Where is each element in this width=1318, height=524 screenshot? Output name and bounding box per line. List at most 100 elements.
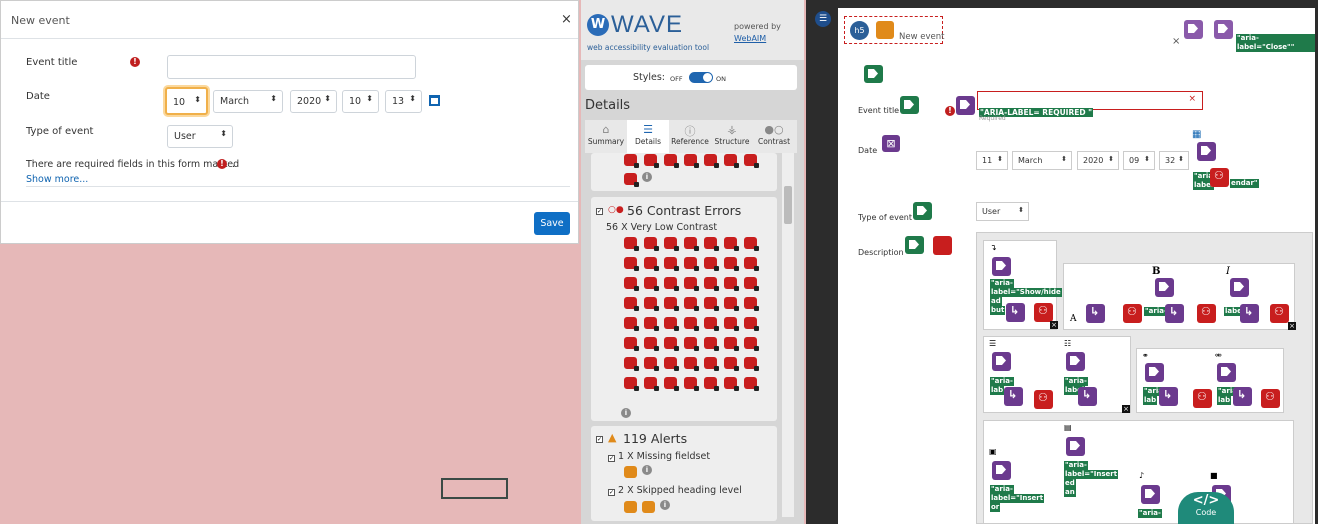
contrast-error-icon[interactable]	[664, 237, 679, 251]
contrast-error-icon[interactable]	[624, 237, 639, 251]
empty-button-icon[interactable]	[1261, 389, 1280, 408]
error-icon[interactable]	[684, 154, 699, 168]
aria-label-icon[interactable]	[1145, 363, 1164, 382]
tab-details[interactable]: ☰ Details	[627, 120, 669, 153]
contrast-error-icon[interactable]	[724, 237, 739, 251]
minute-select[interactable]: 32 ⬍	[1159, 151, 1189, 170]
contrast-error-icon[interactable]	[684, 357, 699, 371]
contrast-error-icon[interactable]	[624, 377, 639, 391]
aria-label-icon[interactable]	[992, 352, 1011, 371]
aria-label-icon[interactable]	[1197, 142, 1216, 161]
aria-label-icon[interactable]	[1217, 363, 1236, 382]
error-icon[interactable]	[724, 154, 739, 168]
empty-button-icon[interactable]	[1034, 303, 1053, 322]
contrast-error-icon[interactable]	[704, 357, 719, 371]
numbered-list-icon[interactable]: ☷	[1064, 339, 1071, 348]
contrast-error-icon[interactable]	[664, 277, 679, 291]
contrast-error-icon[interactable]	[644, 357, 659, 371]
save-button[interactable]: Save	[534, 212, 570, 235]
info-icon[interactable]: i	[621, 408, 631, 418]
info-icon[interactable]: i	[660, 500, 670, 510]
list-icon[interactable]: ☰	[989, 339, 996, 348]
day-select[interactable]: 10 ⬍	[165, 87, 208, 115]
button-icon[interactable]	[1184, 20, 1203, 39]
calendar-icon[interactable]: ▦	[1192, 129, 1201, 140]
contrast-error-icon[interactable]	[704, 277, 719, 291]
contrast-error-icon[interactable]	[704, 257, 719, 271]
contrast-error-icon[interactable]	[644, 317, 659, 331]
show-more-link[interactable]: Show more...	[26, 174, 88, 185]
styles-toggle[interactable]	[689, 72, 713, 83]
minute-select[interactable]: 13 ⬍	[385, 90, 422, 113]
info-icon[interactable]: i	[642, 465, 652, 475]
checkbox[interactable]: ✓	[608, 489, 615, 496]
broken-link-icon[interactable]	[1210, 168, 1229, 187]
contrast-error-icon[interactable]	[744, 237, 759, 251]
hour-select[interactable]: 09 ⬍	[1123, 151, 1155, 170]
contrast-error-icon[interactable]	[664, 297, 679, 311]
aria-label-icon[interactable]	[1155, 278, 1174, 297]
button-icon[interactable]	[1159, 387, 1178, 406]
contrast-error-icon[interactable]	[744, 277, 759, 291]
contrast-error-icon[interactable]	[704, 297, 719, 311]
menu-icon[interactable]: ☰	[815, 11, 831, 27]
contrast-error-icon[interactable]	[744, 317, 759, 331]
label-icon[interactable]	[900, 96, 919, 114]
close-icon[interactable]: ×	[1172, 36, 1180, 47]
contrast-error-icon[interactable]	[624, 297, 639, 311]
empty-button-icon[interactable]	[1034, 390, 1053, 409]
error-icon[interactable]	[624, 154, 639, 168]
contrast-error-icon[interactable]	[684, 377, 699, 391]
contrast-error-icon[interactable]	[684, 337, 699, 351]
contrast-error-icon[interactable]	[664, 357, 679, 371]
empty-button-icon[interactable]	[1270, 304, 1289, 323]
contrast-error-icon[interactable]	[744, 377, 759, 391]
aria-label-icon[interactable]	[1066, 437, 1085, 456]
contrast-error-icon[interactable]	[724, 297, 739, 311]
webaim-link[interactable]: WebAIM	[734, 34, 766, 43]
contrast-error-icon[interactable]	[933, 236, 952, 255]
form-icon[interactable]	[864, 65, 883, 83]
aria-label-icon[interactable]	[992, 461, 1011, 480]
year-select[interactable]: 2020 ⬍	[1077, 151, 1119, 170]
contrast-error-icon[interactable]	[644, 297, 659, 311]
error-icon[interactable]	[664, 154, 679, 168]
aria-label-icon[interactable]	[1066, 352, 1085, 371]
day-select[interactable]: 11 ⬍	[976, 151, 1008, 170]
aria-label-icon[interactable]	[956, 96, 975, 115]
error-icon[interactable]	[744, 154, 759, 168]
aria-label-icon[interactable]	[1230, 278, 1249, 297]
contrast-error-icon[interactable]	[744, 337, 759, 351]
contrast-error-icon[interactable]	[724, 337, 739, 351]
italic-icon[interactable]: I	[1226, 266, 1230, 277]
empty-button-icon[interactable]	[1197, 304, 1216, 323]
contrast-error-icon[interactable]	[624, 357, 639, 371]
button-icon[interactable]	[1240, 304, 1259, 323]
close-icon[interactable]: ×	[561, 12, 572, 27]
link-icon[interactable]: ⚭	[1142, 351, 1149, 360]
button-icon[interactable]	[1086, 304, 1105, 323]
fieldset-missing-icon[interactable]: ⊠	[882, 135, 900, 152]
error-icon[interactable]	[704, 154, 719, 168]
label-icon[interactable]	[913, 202, 932, 220]
tab-reference[interactable]: ⓘ Reference	[669, 120, 711, 153]
button-icon[interactable]	[1165, 304, 1184, 323]
contrast-error-icon[interactable]	[684, 317, 699, 331]
aria-label-icon[interactable]	[1214, 20, 1233, 39]
collapse-icon[interactable]: ↴	[990, 243, 997, 252]
error-icon[interactable]	[644, 154, 659, 168]
scroll-thumb[interactable]	[784, 186, 792, 224]
contrast-error-icon[interactable]	[624, 337, 639, 351]
contrast-error-icon[interactable]	[644, 257, 659, 271]
empty-button-icon[interactable]	[1193, 389, 1212, 408]
contrast-error-icon[interactable]	[724, 257, 739, 271]
type-select[interactable]: User ⬍	[167, 125, 233, 148]
button-icon[interactable]	[1233, 387, 1252, 406]
month-select[interactable]: March ⬍	[213, 90, 283, 113]
contrast-error-icon[interactable]	[704, 337, 719, 351]
fieldset-alert-icon[interactable]	[624, 466, 637, 478]
contrast-error-icon[interactable]	[684, 297, 699, 311]
calendar-icon[interactable]	[429, 95, 440, 106]
aria-label-icon[interactable]	[1141, 485, 1160, 504]
image-icon[interactable]: ▣	[989, 447, 997, 456]
